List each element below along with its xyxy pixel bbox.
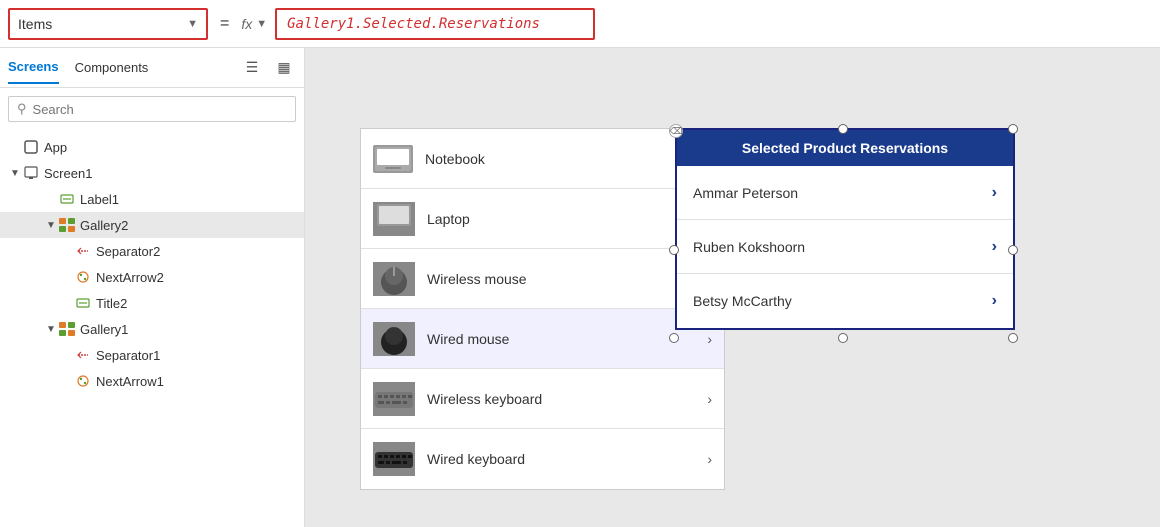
tree-item-nextarrow1[interactable]: NextArrow1 — [0, 368, 304, 394]
gallery1-icon — [58, 320, 76, 338]
tree-label-gallery1: Gallery1 — [80, 322, 128, 337]
gallery2-icon — [58, 216, 76, 234]
left-panel: Screens Components ☰ ▦ ⚲ App ▼ — [0, 48, 305, 527]
separator2-icon — [74, 242, 92, 260]
reservation-name-ruben: Ruben Kokshoorn — [693, 239, 992, 255]
nextarrow2-icon — [74, 268, 92, 286]
grid-view-icon[interactable]: ▦ — [272, 56, 296, 80]
tree-area: App ▼ Screen1 Label1 ▼ — [0, 130, 304, 527]
tree-expand-gallery2: ▼ — [44, 220, 58, 231]
name-value: Items — [18, 16, 179, 32]
tree-item-gallery1[interactable]: ▼ Gallery1 — [0, 316, 304, 342]
equals-sign: = — [216, 15, 233, 33]
ruben-chevron-icon: › — [992, 238, 997, 256]
wkeyboard-chevron-icon: › — [707, 391, 712, 407]
gallery-item-wireless-keyboard[interactable]: Wireless keyboard › — [361, 369, 724, 429]
search-icon: ⚲ — [17, 101, 27, 117]
gallery2: Selected Product Reservations Ammar Pete… — [675, 128, 1015, 330]
separator1-icon — [74, 346, 92, 364]
nextarrow1-icon — [74, 372, 92, 390]
mouse-icon — [373, 322, 415, 356]
fx-button[interactable]: fx ▼ — [241, 16, 267, 32]
gallery1: Notebook › Laptop › — [360, 128, 725, 490]
tree-label-title2: Title2 — [96, 296, 127, 311]
selection-handle-bottom-center[interactable] — [838, 333, 848, 343]
search-box: ⚲ — [8, 96, 296, 122]
formula-text: Gallery1.Selected.Reservations — [287, 16, 540, 32]
selection-handle-mid-left[interactable] — [669, 245, 679, 255]
name-dropdown[interactable]: Items ▼ — [8, 8, 208, 40]
tree-item-label1[interactable]: Label1 — [0, 186, 304, 212]
tree-label-separator1: Separator1 — [96, 348, 160, 363]
list-view-icon[interactable]: ☰ — [240, 56, 264, 80]
search-input[interactable] — [33, 102, 287, 117]
main-layout: Screens Components ☰ ▦ ⚲ App ▼ — [0, 48, 1160, 527]
tree-item-nextarrow2[interactable]: NextArrow2 — [0, 264, 304, 290]
tree-label-screen1: Screen1 — [44, 166, 92, 181]
notebook-icon — [373, 145, 413, 173]
title2-icon — [74, 294, 92, 312]
canvas-area: Notebook › Laptop › — [305, 48, 1160, 527]
mouse-chevron-icon: › — [707, 331, 712, 347]
selection-handle-bottom-right[interactable] — [1008, 333, 1018, 343]
tree-item-gallery2[interactable]: ▼ Gallery2 — [0, 212, 304, 238]
reservation-name-betsy: Betsy McCarthy — [693, 293, 992, 309]
laptop-icon — [373, 202, 415, 236]
keyboard-chevron-icon: › — [707, 451, 712, 467]
tree-label-app: App — [44, 140, 67, 155]
wmouse-icon — [373, 262, 415, 296]
product-name-keyboard: Wired keyboard — [427, 451, 707, 467]
screen-icon — [22, 164, 40, 182]
reservation-item-betsy[interactable]: Betsy McCarthy › — [677, 274, 1013, 328]
gallery-item-wired-keyboard[interactable]: Wired keyboard › — [361, 429, 724, 489]
tree-item-screen1[interactable]: ▼ Screen1 — [0, 160, 304, 186]
tab-icons: ☰ ▦ — [240, 56, 296, 80]
selection-handle-mid-right[interactable] — [1008, 245, 1018, 255]
selection-handle-bottom-left[interactable] — [669, 333, 679, 343]
selection-handle-edit[interactable]: ⌫ — [669, 124, 683, 138]
app-icon — [22, 138, 40, 156]
tab-components[interactable]: Components — [75, 52, 149, 83]
fx-label: fx — [241, 16, 252, 32]
tree-item-separator2[interactable]: Separator2 — [0, 238, 304, 264]
tree-label-nextarrow2: NextArrow2 — [96, 270, 164, 285]
gallery-item-laptop[interactable]: Laptop › — [361, 189, 724, 249]
tab-bar: Screens Components ☰ ▦ — [0, 48, 304, 88]
formula-bar[interactable]: Gallery1.Selected.Reservations — [275, 8, 595, 40]
product-name-mouse: Wired mouse — [427, 331, 707, 347]
tree-label-label1: Label1 — [80, 192, 119, 207]
tree-item-separator1[interactable]: Separator1 — [0, 342, 304, 368]
product-name-laptop: Laptop — [427, 211, 707, 227]
wkeyboard-icon — [373, 382, 415, 416]
gallery-item-wireless-mouse[interactable]: Wireless mouse › — [361, 249, 724, 309]
product-name-wkeyboard: Wireless keyboard — [427, 391, 707, 407]
tree-expand-gallery1: ▼ — [44, 324, 58, 335]
tree-label-gallery2: Gallery2 — [80, 218, 128, 233]
product-name-notebook: Notebook — [425, 151, 707, 167]
gallery-item-notebook[interactable]: Notebook › — [361, 129, 724, 189]
tree-label-separator2: Separator2 — [96, 244, 160, 259]
selection-handle-top-center[interactable] — [838, 124, 848, 134]
tree-item-title2[interactable]: Title2 — [0, 290, 304, 316]
reservation-item-ruben[interactable]: Ruben Kokshoorn › — [677, 220, 1013, 274]
fx-chevron-icon: ▼ — [256, 18, 267, 30]
reservation-name-ammar: Ammar Peterson — [693, 185, 992, 201]
tree-expand-screen1: ▼ — [8, 168, 22, 179]
product-name-wmouse: Wireless mouse — [427, 271, 707, 287]
selection-handle-top-right[interactable] — [1008, 124, 1018, 134]
label-icon — [58, 190, 76, 208]
keyboard-icon — [373, 442, 415, 476]
gallery2-header: Selected Product Reservations — [677, 130, 1013, 166]
betsy-chevron-icon: › — [992, 292, 997, 310]
gallery2-title: Selected Product Reservations — [742, 140, 948, 156]
tree-label-nextarrow1: NextArrow1 — [96, 374, 164, 389]
tab-screens[interactable]: Screens — [8, 51, 59, 84]
name-chevron-icon: ▼ — [187, 18, 198, 30]
tree-item-app[interactable]: App — [0, 134, 304, 160]
toolbar: Items ▼ = fx ▼ Gallery1.Selected.Reserva… — [0, 0, 1160, 48]
reservation-item-ammar[interactable]: Ammar Peterson › — [677, 166, 1013, 220]
ammar-chevron-icon: › — [992, 184, 997, 202]
